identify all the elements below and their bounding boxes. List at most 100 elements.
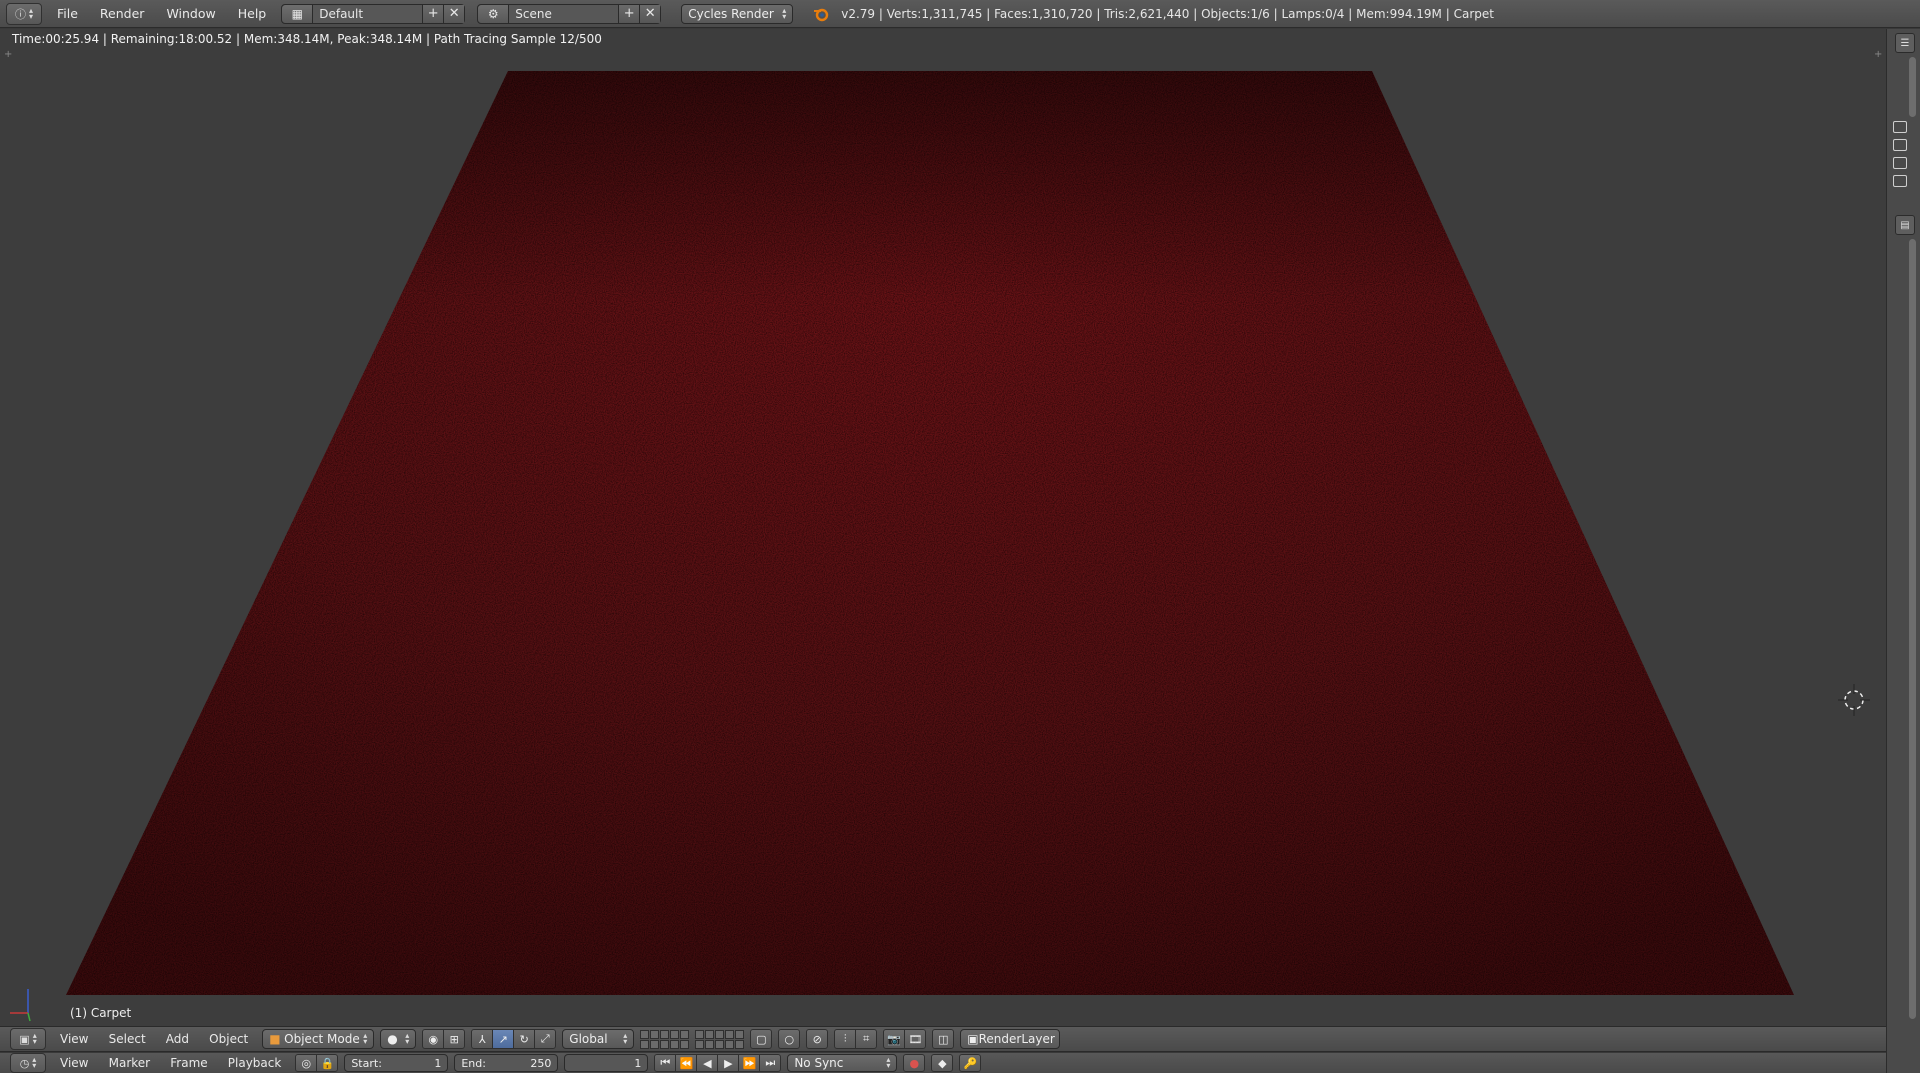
scene-layers-group-2[interactable] (695, 1029, 745, 1049)
play-reverse-icon[interactable]: ◀ (696, 1054, 719, 1072)
menu-playback[interactable]: Playback (220, 1056, 290, 1070)
menu-window[interactable]: Window (157, 6, 224, 21)
split-view-icon[interactable]: ◫ (932, 1029, 955, 1049)
remove-layout-button[interactable]: ✕ (443, 4, 465, 23)
snap-icon[interactable]: ⊘ (806, 1029, 829, 1049)
viewport-shading-dropdown[interactable]: ● ▴ ▾ (380, 1029, 417, 1049)
next-keyframe-icon[interactable]: ⏩ (738, 1054, 761, 1072)
layer-button[interactable] (735, 1029, 745, 1039)
3d-viewport[interactable]: Time:00:25.94 | Remaining:18:00.52 | Mem… (0, 29, 1886, 1026)
translate-manipulator-icon[interactable]: ↗ (492, 1029, 515, 1049)
lock-time-icon[interactable]: 🔒 (316, 1054, 339, 1072)
previous-keyframe-icon[interactable]: ⏪ (675, 1054, 698, 1072)
layer-button[interactable] (670, 1039, 680, 1049)
3d-view-editor-type-button[interactable]: ▣ ▴ ▾ (10, 1028, 46, 1050)
menu-marker[interactable]: Marker (101, 1056, 158, 1070)
proportional-edit-icon[interactable]: ○ (778, 1029, 801, 1049)
layout-grid-icon[interactable]: ▦ (282, 4, 314, 23)
render-layer-icon[interactable] (1893, 121, 1907, 133)
menu-object[interactable]: Object (201, 1032, 256, 1046)
rotate-manipulator-icon[interactable]: ↻ (513, 1029, 536, 1049)
remove-scene-button[interactable]: ✕ (639, 4, 661, 23)
right-editor-strip: ☰ ▤ (1886, 29, 1920, 1073)
menu-file[interactable]: File (48, 6, 87, 21)
layer-button[interactable] (715, 1039, 725, 1049)
manipulate-center-icon[interactable]: ⊞ (443, 1029, 466, 1049)
region-corner-icon[interactable]: + (4, 49, 12, 60)
record-keyframe-icon[interactable]: ● (903, 1054, 926, 1072)
sync-mode-dropdown[interactable]: No Sync ▴ ▾ (787, 1054, 898, 1072)
render-layer-selector[interactable]: ▣ RenderLayer (960, 1029, 1061, 1049)
active-object-label: (1) Carpet (70, 1006, 132, 1020)
layer-button[interactable] (650, 1029, 660, 1039)
opengl-render-image-icon[interactable]: 📷 (883, 1029, 906, 1049)
lock-layers-icon[interactable]: ▢ (750, 1029, 773, 1049)
layer-button[interactable] (640, 1039, 650, 1049)
region-corner-icon[interactable]: + (1874, 49, 1882, 60)
properties-scrollbar[interactable] (1909, 239, 1916, 1019)
layer-button[interactable] (660, 1029, 670, 1039)
screen-layout-name[interactable]: Default (313, 4, 423, 23)
layer-button[interactable] (640, 1029, 650, 1039)
menu-render[interactable]: Render (91, 6, 154, 21)
snap-target-icon[interactable]: ⌗ (855, 1029, 878, 1049)
menu-view[interactable]: View (52, 1056, 96, 1070)
menu-select[interactable]: Select (101, 1032, 154, 1046)
keying-set-field-icon[interactable]: 🔑 (959, 1054, 982, 1072)
menu-help[interactable]: Help (229, 6, 276, 21)
manipulator-toggle-icon[interactable]: ⅄ (471, 1029, 494, 1049)
menu-view[interactable]: View (52, 1032, 96, 1046)
outliner-icon[interactable]: ☰ (1895, 33, 1915, 53)
layer-button[interactable] (670, 1029, 680, 1039)
layer-button[interactable] (680, 1039, 690, 1049)
layer-button[interactable] (705, 1029, 715, 1039)
render-engine-dropdown[interactable]: Cycles Render ▴ ▾ (681, 3, 794, 24)
current-frame-field[interactable]: 1 (564, 1054, 649, 1072)
jump-to-start-icon[interactable]: ⏮ (654, 1054, 677, 1072)
properties-editor-icon[interactable]: ▤ (1895, 215, 1915, 235)
pivot-point-icon[interactable]: ◉ (422, 1029, 445, 1049)
scene-name[interactable]: Scene (509, 4, 619, 23)
lamp-icon[interactable] (1893, 157, 1907, 169)
snap-element-icon[interactable]: ⫶ (834, 1029, 857, 1049)
layer-button[interactable] (725, 1039, 735, 1049)
play-icon[interactable]: ▶ (717, 1054, 740, 1072)
layer-button[interactable] (705, 1039, 715, 1049)
interaction-mode-dropdown[interactable]: ■ Object Mode ▴ ▾ (262, 1029, 375, 1049)
outliner-scrollbar[interactable] (1909, 57, 1916, 117)
editor-type-button[interactable]: ⓘ ▴ ▾ (6, 2, 42, 25)
layer-button[interactable] (715, 1029, 725, 1039)
end-frame-field[interactable]: End: 250 (454, 1054, 559, 1072)
menu-add[interactable]: Add (158, 1032, 197, 1046)
screen-layout-selector[interactable]: ▦ Default + ✕ (281, 3, 466, 24)
scene-icon[interactable]: ⚙ (478, 4, 510, 23)
layer-button[interactable] (695, 1029, 705, 1039)
main-menu: File Render Window Help (48, 6, 275, 21)
pivot-group: ◉ ⊞ (422, 1029, 466, 1049)
blender-logo-icon (814, 8, 829, 21)
info-icon: ⓘ (14, 7, 26, 21)
object-icon[interactable] (1893, 175, 1907, 187)
add-scene-button[interactable]: + (618, 4, 640, 23)
jump-to-end-icon[interactable]: ⏭ (759, 1054, 782, 1072)
layer-button[interactable] (660, 1039, 670, 1049)
layer-button[interactable] (725, 1029, 735, 1039)
axis-gizmo-icon (10, 989, 31, 1022)
opengl-render-animation-icon[interactable]: 🎞 (904, 1029, 927, 1049)
layer-button[interactable] (650, 1039, 660, 1049)
timeline-editor-type-button[interactable]: ◷ ▴ ▾ (10, 1053, 46, 1073)
camera-icon[interactable] (1893, 139, 1907, 151)
keying-set-icon[interactable]: ◆ (931, 1054, 954, 1072)
start-frame-field[interactable]: Start: 1 (344, 1054, 449, 1072)
add-layout-button[interactable]: + (422, 4, 444, 23)
scale-manipulator-icon[interactable]: ⤢ (534, 1029, 557, 1049)
scene-selector[interactable]: ⚙ Scene + ✕ (477, 3, 662, 24)
3d-cursor-icon[interactable] (1836, 682, 1872, 718)
layer-button[interactable] (695, 1039, 705, 1049)
layer-button[interactable] (735, 1039, 745, 1049)
menu-frame[interactable]: Frame (162, 1056, 215, 1070)
scene-layers-group-1[interactable] (640, 1029, 690, 1049)
transform-orientation-dropdown[interactable]: Global ▴ ▾ (562, 1029, 635, 1049)
layer-button[interactable] (680, 1029, 690, 1039)
use-preview-range-icon[interactable]: ◎ (295, 1054, 318, 1072)
